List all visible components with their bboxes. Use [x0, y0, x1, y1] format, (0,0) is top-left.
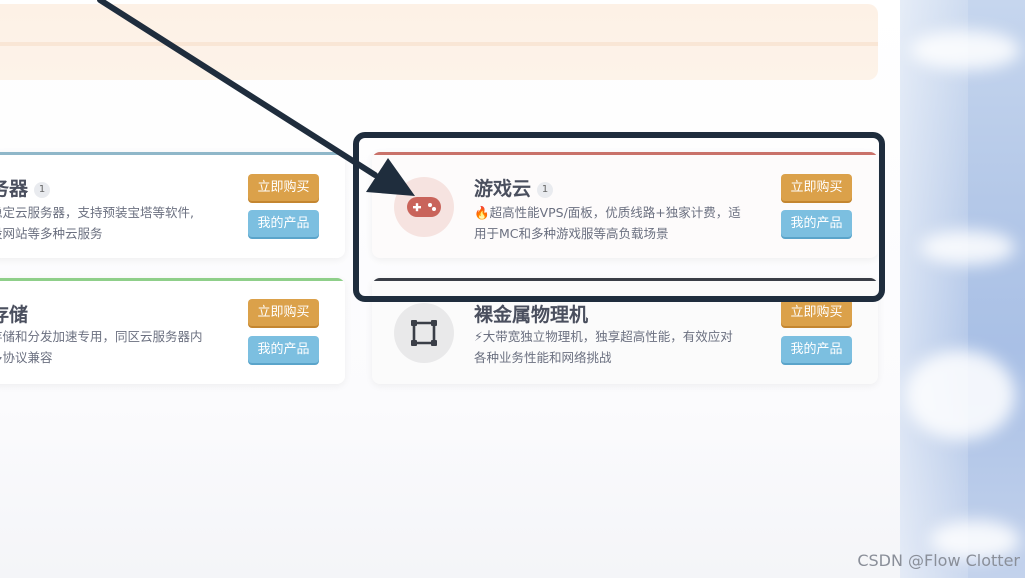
watermark-text: CSDN @Flow Clotter — [857, 551, 1020, 570]
annotation-arrow — [97, 0, 415, 196]
arrow-shaft — [97, 0, 378, 178]
